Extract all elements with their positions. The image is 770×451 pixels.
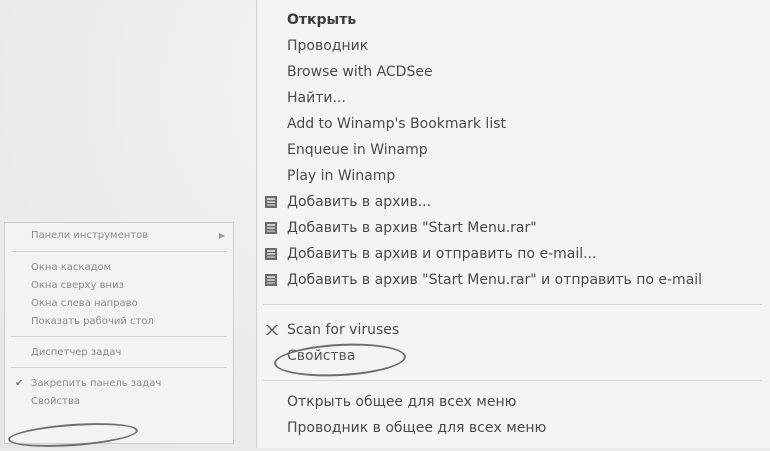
menu-item-label: Добавить в архив и отправить по e-mail..… <box>287 246 597 262</box>
menu-item-label: Окна каскадом <box>31 262 112 273</box>
start-menu-context-menu: Открыть Проводник Browse with ACDSee Най… <box>256 0 770 448</box>
antivirus-icon <box>266 325 278 335</box>
menu-item-acdsee[interactable]: Browse with ACDSee <box>257 60 770 84</box>
taskbar-context-menu: Панели инструментов ▶ Окна каскадом Окна… <box>4 222 234 444</box>
menu-item-label: Диспетчер задач <box>31 347 122 358</box>
menu-item-winamp-enqueue[interactable]: Enqueue in Winamp <box>257 138 770 162</box>
menu-item-explore-all-users[interactable]: Проводник в общее для всех меню <box>257 416 770 440</box>
winrar-icon <box>265 248 277 260</box>
menu-item-label: Browse with ACDSee <box>287 64 433 80</box>
menu-separator <box>11 251 227 252</box>
menu-item-add-to-start-menu-rar[interactable]: Добавить в архив "Start Menu.rar" <box>257 216 770 240</box>
winrar-icon <box>265 274 277 286</box>
menu-separator <box>263 304 762 305</box>
menu-item-open-all-users[interactable]: Открыть общее для всех меню <box>257 390 770 414</box>
menu-item-tile-vertical[interactable]: Окна сверху вниз <box>5 277 233 295</box>
menu-separator <box>11 367 227 368</box>
menu-item-add-to-archive[interactable]: Добавить в архив... <box>257 190 770 214</box>
menu-item-label: Проводник <box>287 38 369 54</box>
menu-item-archive-and-email[interactable]: Добавить в архив и отправить по e-mail..… <box>257 242 770 266</box>
menu-item-lock-taskbar[interactable]: ✔ Закрепить панель задач <box>5 375 233 393</box>
menu-item-label: Добавить в архив... <box>287 194 432 210</box>
menu-item-label: Закрепить панель задач <box>31 378 162 389</box>
winrar-icon <box>265 196 277 208</box>
menu-item-toolbars[interactable]: Панели инструментов ▶ <box>5 227 233 245</box>
menu-item-show-desktop[interactable]: Показать рабочий стол <box>5 313 233 331</box>
menu-item-label: Enqueue in Winamp <box>287 142 428 158</box>
menu-item-label: Окна сверху вниз <box>31 280 124 291</box>
menu-separator <box>11 336 227 337</box>
menu-item-label: Открыть общее для всех меню <box>287 394 517 410</box>
menu-item-winamp-play[interactable]: Play in Winamp <box>257 164 770 188</box>
menu-item-label: Scan for viruses <box>287 322 400 338</box>
menu-item-label: Свойства <box>31 396 80 407</box>
menu-item-label: Play in Winamp <box>287 168 396 184</box>
checkmark-icon: ✔ <box>15 378 24 389</box>
menu-item-label: Добавить в архив "Start Menu.rar" <box>287 220 537 236</box>
menu-item-label: Показать рабочий стол <box>31 316 154 327</box>
menu-item-label: Найти... <box>287 90 346 106</box>
menu-item-properties[interactable]: Свойства <box>5 393 233 411</box>
menu-separator <box>263 380 762 381</box>
menu-item-tile-horizontal[interactable]: Окна слева направо <box>5 295 233 313</box>
menu-item-label: Окна слева направо <box>31 298 138 309</box>
winrar-icon <box>265 222 277 234</box>
menu-item-label: Добавить в архив "Start Menu.rar" и отпр… <box>287 272 703 288</box>
menu-item-scan-viruses[interactable]: Scan for viruses <box>257 318 770 342</box>
menu-item-cascade[interactable]: Окна каскадом <box>5 259 233 277</box>
menu-item-open[interactable]: Открыть <box>257 8 770 32</box>
menu-item-task-manager[interactable]: Диспетчер задач <box>5 344 233 362</box>
submenu-arrow-icon: ▶ <box>218 231 225 240</box>
menu-item-start-menu-rar-and-email[interactable]: Добавить в архив "Start Menu.rar" и отпр… <box>257 268 770 292</box>
menu-item-label: Открыть <box>287 12 357 28</box>
menu-item-label: Панели инструментов <box>31 230 149 241</box>
menu-item-label: Add to Winamp's Bookmark list <box>287 116 506 132</box>
menu-item-find[interactable]: Найти... <box>257 86 770 110</box>
menu-item-winamp-bookmark[interactable]: Add to Winamp's Bookmark list <box>257 112 770 136</box>
menu-item-label: Проводник в общее для всех меню <box>287 420 547 436</box>
menu-item-explorer[interactable]: Проводник <box>257 34 770 58</box>
